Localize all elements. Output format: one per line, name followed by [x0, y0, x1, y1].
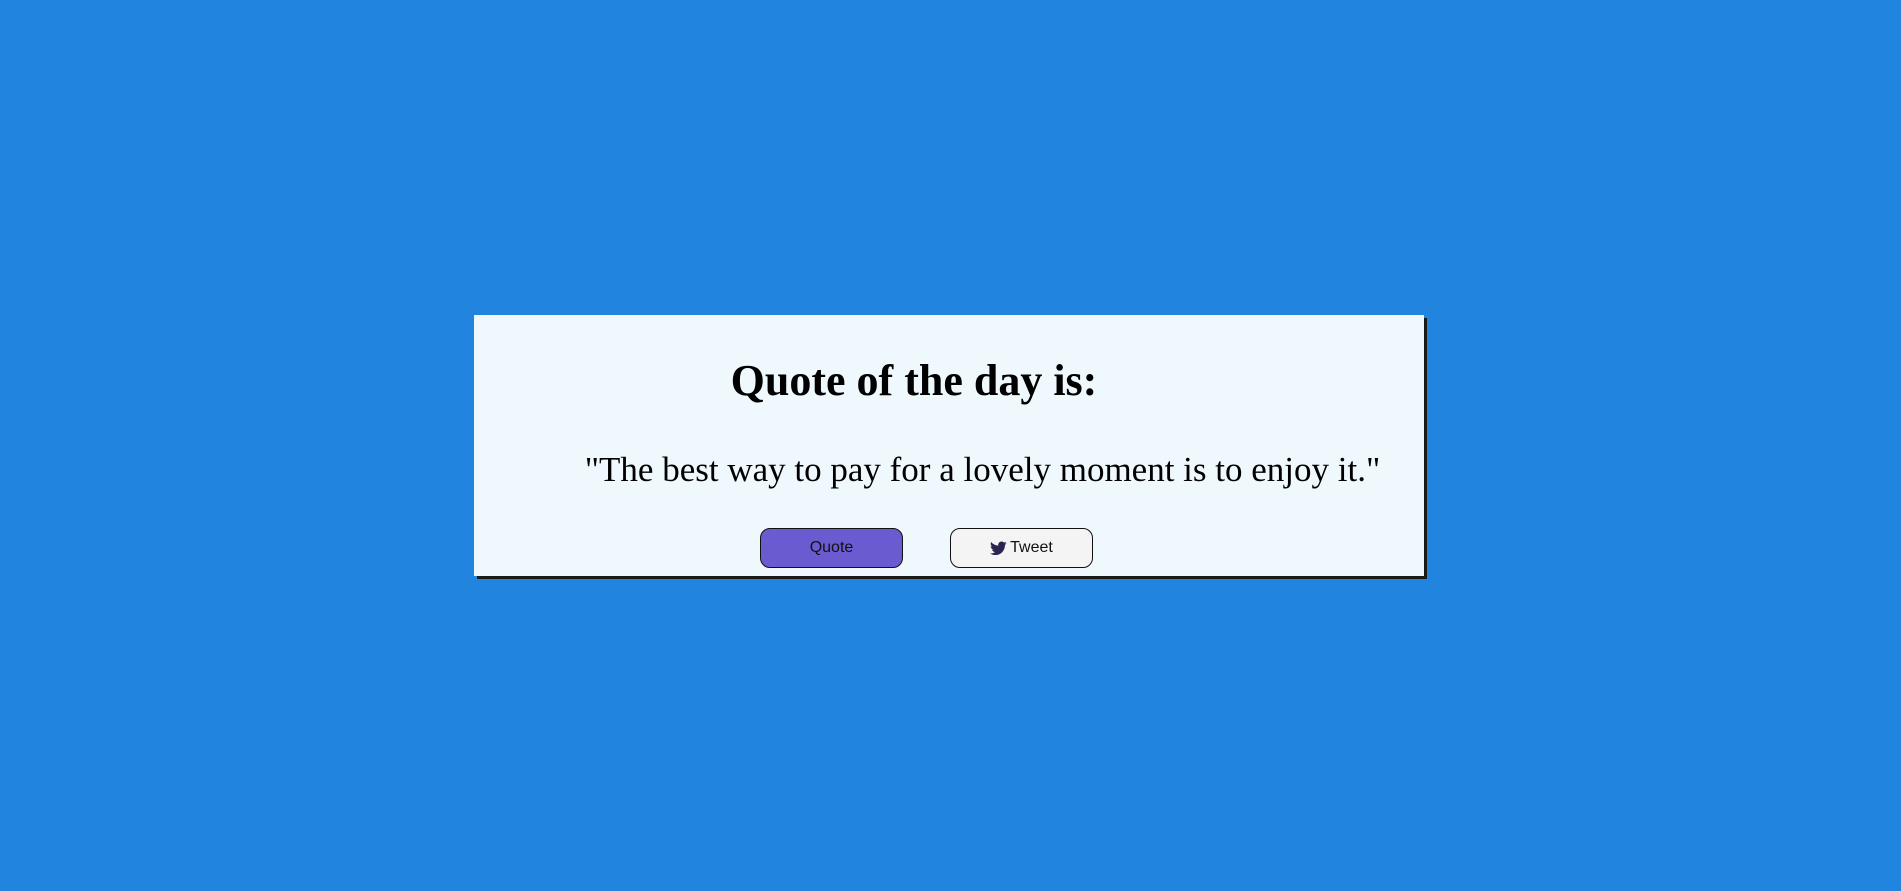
new-quote-button[interactable]: Quote: [760, 528, 903, 568]
quote-text: "The best way to pay for a lovely moment…: [584, 450, 1381, 489]
twitter-icon: [990, 540, 1007, 556]
quote-card: Quote of the day is: "The best way to pa…: [474, 315, 1424, 576]
tweet-button[interactable]: Tweet: [950, 528, 1093, 568]
tweet-button-label: Tweet: [1010, 539, 1053, 556]
quote-button-label: Quote: [809, 539, 854, 556]
page-title: Quote of the day is:: [730, 356, 1098, 405]
